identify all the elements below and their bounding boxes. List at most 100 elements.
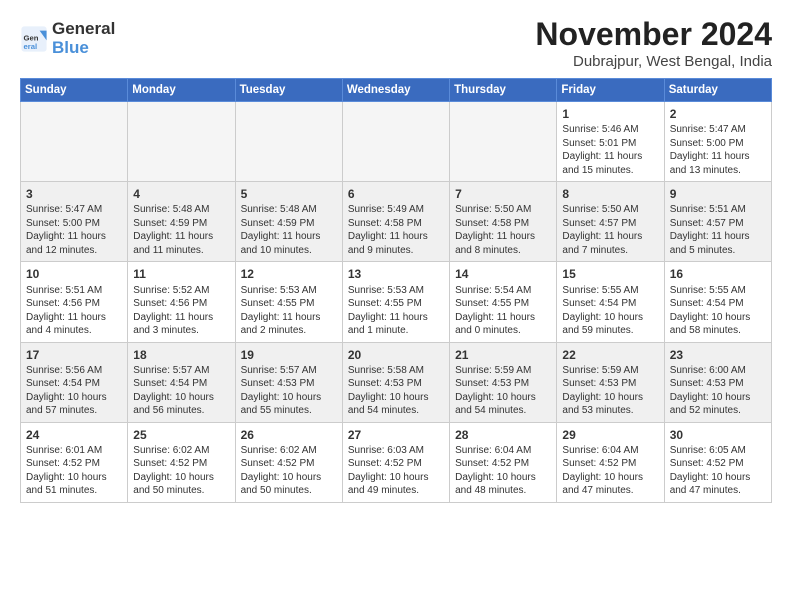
day-number: 30: [670, 427, 766, 443]
cell-info: Sunrise: 5:59 AM: [562, 364, 658, 378]
day-number: 2: [670, 106, 766, 122]
cell-info: Sunset: 4:59 PM: [241, 217, 337, 231]
cell-info: Sunrise: 5:46 AM: [562, 123, 658, 137]
calendar-cell: 1Sunrise: 5:46 AMSunset: 5:01 PMDaylight…: [557, 102, 664, 182]
cell-info: Daylight: 10 hours: [670, 471, 766, 485]
cell-info: and 47 minutes.: [562, 484, 658, 498]
cell-info: Daylight: 11 hours: [670, 230, 766, 244]
cell-info: Sunrise: 6:02 AM: [133, 444, 229, 458]
cell-info: and 56 minutes.: [133, 404, 229, 418]
cell-info: Sunrise: 5:50 AM: [562, 203, 658, 217]
calendar-cell: 6Sunrise: 5:49 AMSunset: 4:58 PMDaylight…: [342, 182, 449, 262]
cell-info: Daylight: 10 hours: [133, 391, 229, 405]
day-number: 8: [562, 186, 658, 202]
calendar-cell: 3Sunrise: 5:47 AMSunset: 5:00 PMDaylight…: [21, 182, 128, 262]
weekday-header-monday: Monday: [128, 79, 235, 102]
calendar-cell: 25Sunrise: 6:02 AMSunset: 4:52 PMDayligh…: [128, 422, 235, 502]
calendar-cell: 9Sunrise: 5:51 AMSunset: 4:57 PMDaylight…: [664, 182, 771, 262]
calendar-cell: 11Sunrise: 5:52 AMSunset: 4:56 PMDayligh…: [128, 262, 235, 342]
day-number: 7: [455, 186, 551, 202]
cell-info: Sunrise: 6:05 AM: [670, 444, 766, 458]
cell-info: Daylight: 10 hours: [670, 391, 766, 405]
cell-info: Sunrise: 5:58 AM: [348, 364, 444, 378]
month-title: November 2024: [535, 16, 772, 53]
weekday-header-thursday: Thursday: [450, 79, 557, 102]
day-number: 21: [455, 347, 551, 363]
calendar-cell: [128, 102, 235, 182]
cell-info: Sunset: 4:54 PM: [670, 297, 766, 311]
calendar-cell: 28Sunrise: 6:04 AMSunset: 4:52 PMDayligh…: [450, 422, 557, 502]
cell-info: Daylight: 11 hours: [348, 311, 444, 325]
day-number: 15: [562, 266, 658, 282]
cell-info: Daylight: 10 hours: [241, 471, 337, 485]
cell-info: Sunrise: 5:48 AM: [133, 203, 229, 217]
day-number: 24: [26, 427, 122, 443]
day-number: 6: [348, 186, 444, 202]
calendar: SundayMondayTuesdayWednesdayThursdayFrid…: [20, 78, 772, 503]
day-number: 3: [26, 186, 122, 202]
cell-info: Daylight: 10 hours: [26, 471, 122, 485]
logo-line1: General: [52, 20, 115, 39]
cell-info: Sunset: 4:53 PM: [348, 377, 444, 391]
calendar-cell: 13Sunrise: 5:53 AMSunset: 4:55 PMDayligh…: [342, 262, 449, 342]
day-number: 20: [348, 347, 444, 363]
calendar-cell: 23Sunrise: 6:00 AMSunset: 4:53 PMDayligh…: [664, 342, 771, 422]
cell-info: and 8 minutes.: [455, 244, 551, 258]
calendar-cell: 12Sunrise: 5:53 AMSunset: 4:55 PMDayligh…: [235, 262, 342, 342]
cell-info: Sunset: 5:00 PM: [26, 217, 122, 231]
cell-info: Daylight: 10 hours: [562, 391, 658, 405]
cell-info: Sunrise: 5:53 AM: [348, 284, 444, 298]
cell-info: and 7 minutes.: [562, 244, 658, 258]
calendar-cell: 19Sunrise: 5:57 AMSunset: 4:53 PMDayligh…: [235, 342, 342, 422]
cell-info: Daylight: 10 hours: [348, 391, 444, 405]
cell-info: Daylight: 11 hours: [241, 311, 337, 325]
cell-info: and 52 minutes.: [670, 404, 766, 418]
cell-info: Sunset: 4:53 PM: [562, 377, 658, 391]
day-number: 12: [241, 266, 337, 282]
cell-info: Daylight: 11 hours: [26, 230, 122, 244]
calendar-cell: 21Sunrise: 5:59 AMSunset: 4:53 PMDayligh…: [450, 342, 557, 422]
cell-info: and 50 minutes.: [133, 484, 229, 498]
day-number: 10: [26, 266, 122, 282]
cell-info: Sunset: 4:57 PM: [670, 217, 766, 231]
cell-info: Sunrise: 5:57 AM: [241, 364, 337, 378]
calendar-cell: 10Sunrise: 5:51 AMSunset: 4:56 PMDayligh…: [21, 262, 128, 342]
cell-info: Sunrise: 5:47 AM: [670, 123, 766, 137]
cell-info: Sunset: 4:52 PM: [670, 457, 766, 471]
calendar-cell: 15Sunrise: 5:55 AMSunset: 4:54 PMDayligh…: [557, 262, 664, 342]
cell-info: Sunrise: 5:51 AM: [26, 284, 122, 298]
cell-info: and 53 minutes.: [562, 404, 658, 418]
weekday-header-saturday: Saturday: [664, 79, 771, 102]
cell-info: Sunset: 4:59 PM: [133, 217, 229, 231]
cell-info: Sunset: 4:55 PM: [348, 297, 444, 311]
cell-info: Sunrise: 6:01 AM: [26, 444, 122, 458]
calendar-cell: [235, 102, 342, 182]
cell-info: Sunrise: 6:04 AM: [562, 444, 658, 458]
cell-info: Sunset: 4:53 PM: [670, 377, 766, 391]
cell-info: Sunrise: 5:47 AM: [26, 203, 122, 217]
cell-info: and 48 minutes.: [455, 484, 551, 498]
cell-info: Sunrise: 5:54 AM: [455, 284, 551, 298]
cell-info: and 10 minutes.: [241, 244, 337, 258]
calendar-cell: 22Sunrise: 5:59 AMSunset: 4:53 PMDayligh…: [557, 342, 664, 422]
cell-info: Sunrise: 5:50 AM: [455, 203, 551, 217]
cell-info: Sunset: 4:55 PM: [241, 297, 337, 311]
cell-info: Sunset: 4:54 PM: [26, 377, 122, 391]
weekday-header-tuesday: Tuesday: [235, 79, 342, 102]
cell-info: and 49 minutes.: [348, 484, 444, 498]
logo-line2: Blue: [52, 39, 115, 58]
cell-info: and 5 minutes.: [670, 244, 766, 258]
calendar-cell: 20Sunrise: 5:58 AMSunset: 4:53 PMDayligh…: [342, 342, 449, 422]
cell-info: Daylight: 11 hours: [562, 150, 658, 164]
cell-info: Daylight: 10 hours: [241, 391, 337, 405]
cell-info: Sunrise: 5:56 AM: [26, 364, 122, 378]
cell-info: and 55 minutes.: [241, 404, 337, 418]
cell-info: Sunset: 4:52 PM: [133, 457, 229, 471]
calendar-cell: 18Sunrise: 5:57 AMSunset: 4:54 PMDayligh…: [128, 342, 235, 422]
cell-info: and 54 minutes.: [348, 404, 444, 418]
cell-info: Daylight: 10 hours: [562, 471, 658, 485]
cell-info: and 59 minutes.: [562, 324, 658, 338]
weekday-header-wednesday: Wednesday: [342, 79, 449, 102]
cell-info: and 1 minute.: [348, 324, 444, 338]
cell-info: Sunset: 4:56 PM: [133, 297, 229, 311]
